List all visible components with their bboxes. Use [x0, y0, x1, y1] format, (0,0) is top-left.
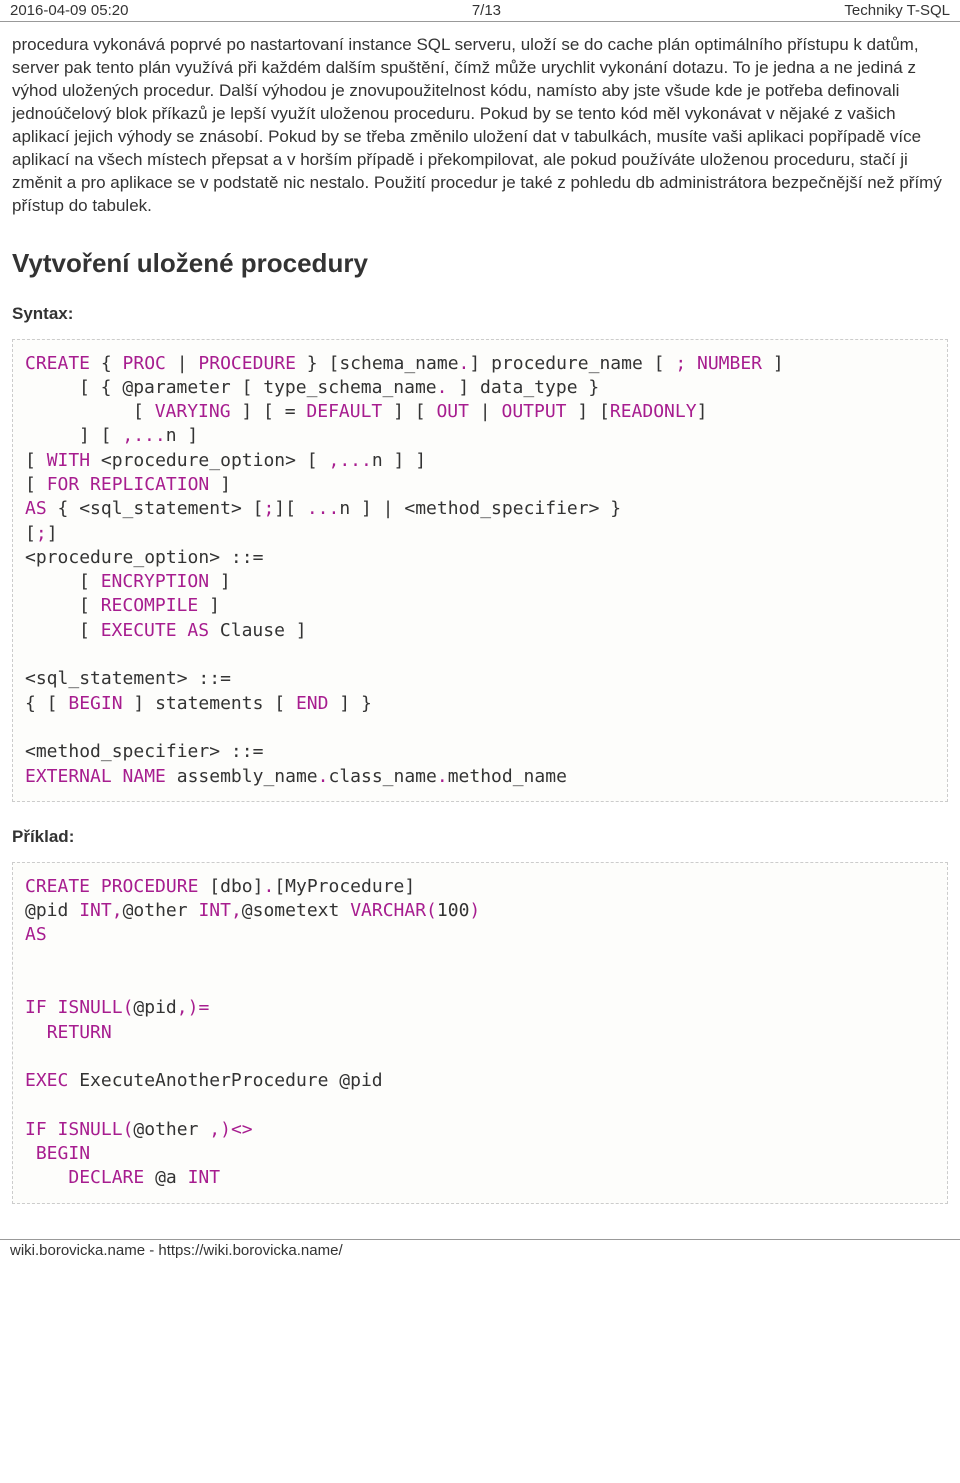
kw-recompile: RECOMPILE: [101, 595, 199, 616]
kw-execute-as: EXECUTE: [101, 620, 177, 641]
tok-n3: n: [339, 498, 350, 519]
kw-create2: CREATE: [25, 876, 90, 897]
tok-method-specifier: method_specifier: [415, 498, 588, 519]
tok-n1: n: [166, 425, 177, 446]
kw-as2: AS: [187, 620, 209, 641]
tok-procedure-name: procedure_name: [491, 353, 643, 374]
tok-assembly-name: assembly_name: [177, 766, 318, 787]
kw-end: END: [296, 693, 329, 714]
tok-clause: Clause: [220, 620, 285, 641]
kw-as3: AS: [25, 924, 47, 945]
page-content: procedura vykonává poprvé po nastartovan…: [0, 22, 960, 1239]
kw-int3: INT: [188, 1167, 221, 1188]
tok-dbo: dbo: [220, 876, 253, 897]
tok-a: @a: [155, 1167, 177, 1188]
tok-type-schema-name: type_schema_name: [263, 377, 436, 398]
kw-external: EXTERNAL: [25, 766, 112, 787]
tok-schema-name: schema_name: [339, 353, 458, 374]
kw-as: AS: [25, 498, 47, 519]
tok-sometext: @sometext: [242, 900, 340, 921]
page-footer: wiki.borovicka.name - https://wiki.borov…: [0, 1239, 960, 1261]
example-label: Příklad:: [12, 827, 948, 847]
tok-pid3: @pid: [339, 1070, 382, 1091]
kw-isnull1: ISNULL: [58, 997, 123, 1018]
tok-pid2: @pid: [133, 997, 176, 1018]
kw-varying: VARYING: [155, 401, 231, 422]
tok-pid: @pid: [25, 900, 68, 921]
kw-output: OUTPUT: [501, 401, 566, 422]
header-page-number: 7/13: [472, 2, 501, 19]
kw-for: FOR: [47, 474, 80, 495]
header-title: Techniky T-SQL: [844, 2, 950, 19]
syntax-label: Syntax:: [12, 304, 948, 324]
kw-exec: EXEC: [25, 1070, 68, 1091]
kw-int1: INT: [79, 900, 112, 921]
kw-begin2: BEGIN: [36, 1143, 90, 1164]
tok-data-type: data_type: [480, 377, 578, 398]
kw-default: DEFAULT: [306, 401, 382, 422]
example-code-block: CREATE PROCEDURE [dbo].[MyProcedure] @pi…: [12, 862, 948, 1204]
kw-proc: PROC: [123, 353, 166, 374]
kw-declare: DECLARE: [68, 1167, 144, 1188]
tok-parameter: @parameter: [122, 377, 230, 398]
tok-other2: @other: [133, 1119, 198, 1140]
tok-class-name: class_name: [328, 766, 436, 787]
tok-myprocedure: MyProcedure: [285, 876, 404, 897]
tok-procedure-option: procedure_option: [112, 450, 285, 471]
kw-int2: INT: [198, 900, 231, 921]
body-paragraph: procedura vykonává poprvé po nastartovan…: [12, 34, 948, 218]
header-date: 2016-04-09 05:20: [10, 2, 128, 19]
kw-number: NUMBER: [697, 353, 762, 374]
kw-procedure: PROCEDURE: [198, 353, 296, 374]
kw-return: RETURN: [47, 1022, 112, 1043]
tok-method-specifier2: method_specifier: [36, 741, 209, 762]
kw-encryption: ENCRYPTION: [101, 571, 209, 592]
tok-sql-statement2: sql_statement: [36, 668, 177, 689]
kw-with: WITH: [47, 450, 90, 471]
kw-varchar: VARCHAR: [350, 900, 426, 921]
tok-sql-statement: sql_statement: [90, 498, 231, 519]
syntax-code-block: CREATE { PROC | PROCEDURE } [schema_name…: [12, 339, 948, 802]
kw-begin: BEGIN: [68, 693, 122, 714]
page-header: 2016-04-09 05:20 7/13 Techniky T-SQL: [0, 0, 960, 22]
kw-isnull2: ISNULL: [58, 1119, 123, 1140]
kw-replication: REPLICATION: [90, 474, 209, 495]
tok-other: @other: [123, 900, 188, 921]
section-heading: Vytvoření uložené procedury: [12, 248, 948, 279]
tok-procedure-option2: procedure_option: [36, 547, 209, 568]
kw-readonly: READONLY: [610, 401, 697, 422]
tok-execanother: ExecuteAnotherProcedure: [79, 1070, 328, 1091]
kw-if1: IF: [25, 997, 47, 1018]
tok-method-name: method_name: [448, 766, 567, 787]
tok-statements: statements: [155, 693, 263, 714]
footer-text: wiki.borovicka.name - https://wiki.borov…: [10, 1242, 343, 1259]
tok-n2: n: [372, 450, 383, 471]
kw-create: CREATE: [25, 353, 90, 374]
kw-name: NAME: [123, 766, 166, 787]
kw-procedure2: PROCEDURE: [101, 876, 199, 897]
kw-out: OUT: [436, 401, 469, 422]
tok-100: 100: [437, 900, 470, 921]
kw-if2: IF: [25, 1119, 47, 1140]
